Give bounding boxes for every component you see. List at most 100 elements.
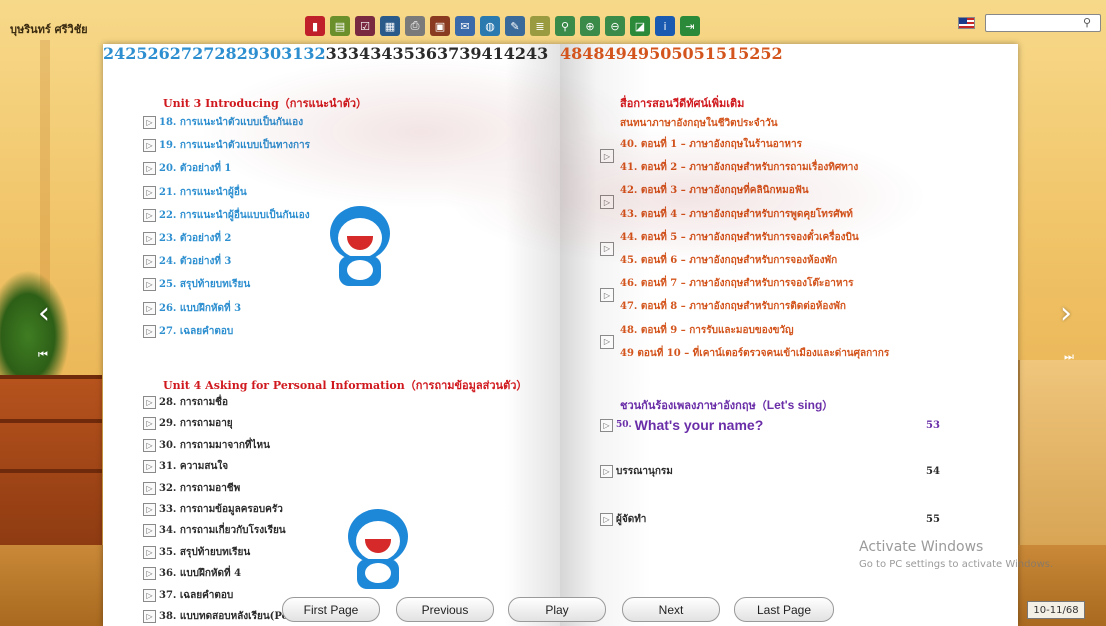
toc-item[interactable]: ▷ 37. เฉลยคำตอบ bbox=[143, 588, 233, 603]
left-page[interactable]: Unit 3 Introducing（การแนะนำตัว） Unit 4 A… bbox=[103, 44, 560, 626]
thumbnails-icon[interactable]: ▦ bbox=[380, 16, 400, 36]
toc-item[interactable]: ▷ 36. แบบฝึกหัดที่ 4 bbox=[143, 566, 241, 581]
play-arrow-icon[interactable]: ▷ bbox=[143, 139, 156, 153]
toc-item-video[interactable]: 43. ตอนที่ 4 – ภาษาอังกฤษสำหรับการพูดคุย… bbox=[620, 207, 853, 222]
play-arrow-icon[interactable]: ▷ bbox=[143, 232, 156, 245]
bookmark-icon[interactable]: ☑ bbox=[355, 16, 375, 36]
page-icon[interactable]: ▤ bbox=[330, 16, 350, 36]
play-arrow-icon[interactable]: ▷ bbox=[600, 149, 614, 163]
play-arrow-icon[interactable]: ▷ bbox=[143, 417, 156, 431]
toc-item[interactable]: ▷ 27. เฉลยคำตอบ bbox=[143, 324, 233, 339]
print-icon[interactable]: ⎙ bbox=[405, 16, 425, 36]
toc-item[interactable]: ▷ 26. แบบฝึกหัดที่ 3 bbox=[143, 301, 241, 316]
play-arrow-icon[interactable]: ▷ bbox=[143, 116, 156, 129]
play-arrow-icon[interactable]: ▷ bbox=[143, 588, 156, 602]
toc-item-author[interactable]: ▷ ผู้จัดทำ bbox=[600, 512, 646, 527]
play-arrow-icon[interactable]: ▷ bbox=[600, 465, 613, 478]
toc-item[interactable]: ▷ 18. การแนะนำตัวแบบเป็นกันเอง bbox=[143, 115, 303, 130]
play-arrow-icon[interactable]: ▷ bbox=[143, 301, 156, 315]
play-arrow-icon[interactable]: ▷ bbox=[143, 278, 156, 292]
toc-item-video[interactable]: 41. ตอนที่ 2 – ภาษาอังกฤษสำหรับการถามเรื… bbox=[620, 160, 858, 175]
toc-item[interactable]: ▷ 24. ตัวอย่างที่ 3 bbox=[143, 254, 231, 269]
toc-item-video[interactable]: 48. ตอนที่ 9 – การรับและมอบของขวัญ bbox=[620, 323, 794, 338]
play-arrow-icon[interactable]: ▷ bbox=[143, 567, 156, 581]
play-arrow-icon[interactable]: ▷ bbox=[600, 513, 613, 526]
unit3-title: Unit 3 Introducing（การแนะนำตัว） bbox=[163, 97, 368, 110]
play-arrow-icon[interactable]: ▷ bbox=[143, 438, 156, 452]
toc-item-video[interactable]: 44. ตอนที่ 5 – ภาษาอังกฤษสำหรับการจองตั๋… bbox=[620, 230, 859, 245]
play-arrow-icon[interactable]: ▷ bbox=[143, 162, 156, 176]
play-arrow-icon[interactable]: ▷ bbox=[143, 460, 156, 474]
play-arrow-icon[interactable]: ▷ bbox=[143, 324, 156, 338]
toc-item[interactable]: ▷ 31. ความสนใจ bbox=[143, 459, 228, 474]
toc-item-video[interactable]: 46. ตอนที่ 7 – ภาษาอังกฤษสำหรับการจองโต๊… bbox=[620, 276, 853, 291]
toc-item-video[interactable]: 40. ตอนที่ 1 – ภาษาอังกฤษในร้านอาหาร bbox=[620, 137, 802, 152]
toc-item-song[interactable]: ▷ 50. What's your name? bbox=[600, 417, 763, 433]
play-arrow-icon[interactable]: ▷ bbox=[600, 195, 614, 210]
video-section-title: สื่อการสอนวีดีทัศน์เพิ่มเติม bbox=[620, 97, 745, 110]
toc-item-label: 46. ตอนที่ 7 – ภาษาอังกฤษสำหรับการจองโต๊… bbox=[620, 278, 854, 290]
toc-item[interactable]: ▷ 23. ตัวอย่างที่ 2 bbox=[143, 231, 231, 246]
prev-page-arrow-icon[interactable]: ‹ bbox=[38, 296, 50, 331]
toc-item[interactable]: ▷ 35. สรุปท้ายบทเรียน bbox=[143, 545, 250, 560]
toc-item-video[interactable]: 49 ตอนที่ 10 – ที่เคาน์เตอร์ตรวจคนเข้าเม… bbox=[620, 346, 889, 361]
toc-item[interactable]: ▷ 29. การถามอายุ bbox=[143, 416, 233, 431]
search-icon[interactable]: ⚲ bbox=[555, 16, 575, 36]
info-icon[interactable]: i bbox=[655, 16, 675, 36]
play-arrow-icon[interactable]: ▷ bbox=[143, 545, 156, 559]
play-arrow-icon[interactable]: ▷ bbox=[143, 208, 156, 222]
play-arrow-icon[interactable]: ▷ bbox=[143, 255, 156, 269]
next-button[interactable]: Next bbox=[622, 597, 720, 622]
toc-item[interactable]: ▷ 32. การถามอาชีพ bbox=[143, 481, 240, 496]
globe-icon[interactable]: ◍ bbox=[480, 16, 500, 36]
play-arrow-icon[interactable]: ▷ bbox=[143, 185, 156, 199]
previous-button[interactable]: Previous bbox=[396, 597, 494, 622]
toc-page-number: 26 bbox=[147, 44, 170, 63]
zoom-in-icon[interactable]: ⊕ bbox=[580, 16, 600, 36]
language-flag-icon[interactable] bbox=[958, 17, 975, 29]
play-arrow-icon[interactable]: ▷ bbox=[600, 241, 614, 256]
toc-item[interactable]: ▷ 19. การแนะนำตัวแบบเป็นทางการ bbox=[143, 138, 310, 153]
zoom-out-icon[interactable]: ⊖ bbox=[605, 16, 625, 36]
email-icon[interactable]: ✉ bbox=[455, 16, 475, 36]
play-arrow-icon[interactable]: ▷ bbox=[143, 396, 156, 409]
frame-icon[interactable]: ▣ bbox=[430, 16, 450, 36]
toc-item-video[interactable]: 45. ตอนที่ 6 – ภาษาอังกฤษสำหรับการจองห้อ… bbox=[620, 253, 837, 268]
play-arrow-icon[interactable]: ▷ bbox=[143, 481, 156, 495]
last-page-button[interactable]: Last Page bbox=[734, 597, 834, 622]
search-icon[interactable]: ⚲ bbox=[1083, 16, 1091, 29]
toc-item[interactable]: ▷ 22. การแนะนำผู้อื่นแบบเป็นกันเอง bbox=[143, 208, 310, 223]
next-page-arrow-icon[interactable]: › bbox=[1060, 296, 1072, 331]
play-arrow-icon[interactable]: ▷ bbox=[143, 610, 156, 623]
last-page-icon[interactable]: ⏭ bbox=[1064, 350, 1074, 364]
play-arrow-icon[interactable]: ▷ bbox=[600, 288, 614, 303]
fit-page-icon[interactable]: ◪ bbox=[630, 16, 650, 36]
toc-item[interactable]: ▷ 25. สรุปท้ายบทเรียน bbox=[143, 277, 250, 292]
first-page-icon[interactable]: ⏮ bbox=[38, 348, 48, 362]
author-name: บุษรินทร์ ศรีวิชัย bbox=[10, 23, 88, 36]
toc-item[interactable]: ▷ 34. การถามเกี่ยวกับโรงเรียน bbox=[143, 523, 286, 538]
book-icon[interactable]: ▮ bbox=[305, 16, 325, 36]
play-arrow-icon[interactable]: ▷ bbox=[600, 334, 614, 349]
exit-icon[interactable]: ⇥ bbox=[680, 16, 700, 36]
pen-icon[interactable]: ✎ bbox=[505, 16, 525, 36]
notes-icon[interactable]: ≣ bbox=[530, 16, 550, 36]
doraemon-illustration bbox=[343, 509, 413, 589]
toc-item[interactable]: ▷ 20. ตัวอย่างที่ 1 bbox=[143, 161, 231, 176]
toc-item[interactable]: ▷ 30. การถามมาจากที่ไหน bbox=[143, 438, 270, 453]
video-section-subtitle: สนทนาภาษาอังกฤษในชีวิตประจำวัน bbox=[620, 118, 778, 129]
play-button[interactable]: Play bbox=[508, 597, 606, 622]
play-arrow-icon[interactable]: ▷ bbox=[143, 503, 156, 516]
cabinet-decoration bbox=[1018, 360, 1106, 545]
play-arrow-icon[interactable]: ▷ bbox=[600, 418, 613, 432]
toc-item[interactable]: ▷ 33. การถามข้อมูลครอบครัว bbox=[143, 502, 283, 517]
first-page-button[interactable]: First Page bbox=[282, 597, 380, 622]
toc-item-video[interactable]: 42. ตอนที่ 3 – ภาษาอังกฤษที่คลินิกหมอฟัน bbox=[620, 183, 809, 198]
toc-item[interactable]: ▷ 38. แบบทดสอบหลังเรียน(Po... bbox=[143, 609, 299, 624]
toc-item[interactable]: ▷ 28. การถามชื่อ bbox=[143, 395, 228, 410]
toc-item[interactable]: ▷ 21. การแนะนำผู้อื่น bbox=[143, 185, 247, 200]
play-arrow-icon[interactable]: ▷ bbox=[143, 524, 156, 538]
toc-item-label: 22. การแนะนำผู้อื่นแบบเป็นกันเอง bbox=[159, 209, 310, 221]
toc-item-bibliography[interactable]: ▷ บรรณานุกรม bbox=[600, 464, 673, 479]
toc-item-video[interactable]: 47. ตอนที่ 8 – ภาษาอังกฤษสำหรับการติดต่อ… bbox=[620, 299, 846, 314]
